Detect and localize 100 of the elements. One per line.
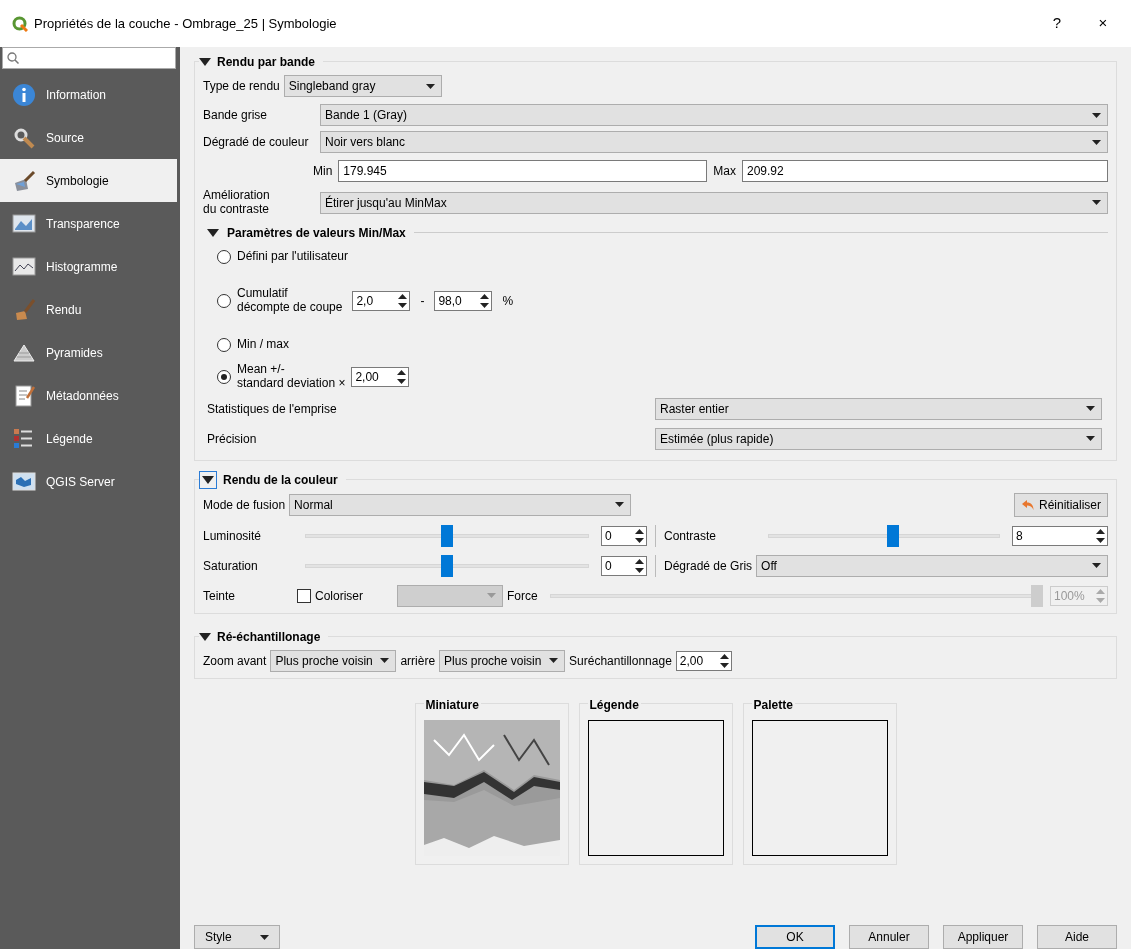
caret-icon bbox=[1092, 112, 1101, 118]
field-label: Min bbox=[313, 163, 333, 180]
field-label: Dégradé de couleur bbox=[203, 134, 310, 151]
field-label: Luminosité bbox=[203, 527, 263, 545]
radio-button[interactable] bbox=[217, 337, 231, 352]
dropdown[interactable]: Normal bbox=[289, 493, 632, 516]
section-title: Ré-échantillonage bbox=[217, 628, 321, 646]
spin-arrows-icon bbox=[1096, 528, 1105, 543]
spin-arrows-icon bbox=[480, 293, 490, 308]
field-label: Défini par l'utilisateur bbox=[237, 249, 348, 264]
field-label: Bande grise bbox=[203, 107, 269, 124]
slider-thumb[interactable] bbox=[441, 524, 453, 547]
collapse-icon[interactable] bbox=[207, 226, 219, 239]
caret-icon bbox=[425, 83, 435, 89]
text-field[interactable]: 209.92 bbox=[742, 160, 1108, 182]
radio-button[interactable] bbox=[217, 369, 231, 384]
spin-box[interactable]: 98,0 bbox=[434, 290, 493, 311]
section-title: Paramètres de valeurs Min/Max bbox=[227, 224, 406, 242]
caret-icon bbox=[1086, 436, 1095, 442]
field-label: Min / max bbox=[237, 337, 289, 352]
help-button[interactable]: ? bbox=[1037, 12, 1077, 35]
caret-icon bbox=[1092, 563, 1101, 569]
sidebar-item[interactable]: Symbologie bbox=[0, 159, 177, 202]
sidebar-item[interactable]: Pyramides bbox=[0, 331, 177, 374]
field-label: Mode de fusion bbox=[203, 496, 286, 514]
caret-icon bbox=[260, 934, 269, 940]
search-icon bbox=[7, 52, 19, 64]
dropdown[interactable]: Singleband gray bbox=[283, 75, 442, 97]
dropdown[interactable]: Raster entier bbox=[655, 397, 1102, 420]
sidebar-item[interactable]: Rendu bbox=[0, 288, 177, 331]
radio-button[interactable] bbox=[217, 249, 231, 264]
window-title: Propriétés de la couche - Ombrage_25 | Symbologie bbox=[34, 14, 338, 33]
caret-icon bbox=[1086, 406, 1095, 412]
dropdown[interactable]: Plus proche voisin bbox=[439, 649, 566, 672]
radio-button[interactable] bbox=[217, 293, 231, 308]
dropdown[interactable]: Off bbox=[756, 554, 1108, 577]
map-icon bbox=[12, 469, 36, 494]
close-button[interactable]: × bbox=[1083, 12, 1123, 35]
spin-arrows-icon bbox=[398, 293, 408, 308]
field-label: Force bbox=[507, 587, 538, 605]
caret-icon bbox=[1092, 200, 1101, 206]
spin-arrows-icon bbox=[1096, 588, 1105, 603]
info-icon bbox=[12, 82, 36, 107]
text-field[interactable]: 179.945 bbox=[338, 160, 708, 182]
slider-thumb[interactable] bbox=[887, 524, 900, 547]
style-button[interactable]: Style bbox=[194, 925, 280, 949]
spin-arrows-icon bbox=[635, 558, 644, 573]
sidebar-item[interactable]: Information bbox=[0, 73, 177, 116]
collapse-icon[interactable] bbox=[199, 630, 211, 643]
caret-icon bbox=[1092, 139, 1101, 145]
field-label: Max bbox=[713, 163, 736, 180]
field-label: arrière bbox=[400, 652, 436, 670]
dialog-button[interactable]: Aide bbox=[1037, 925, 1117, 949]
sidebar-item[interactable]: Métadonnées bbox=[0, 374, 177, 417]
sidebar-item[interactable]: Histogramme bbox=[0, 245, 177, 288]
dropdown[interactable]: Étirer jusqu'au MinMax bbox=[320, 191, 1108, 214]
collapse-icon[interactable] bbox=[199, 56, 211, 68]
collapse-icon[interactable] bbox=[199, 470, 217, 489]
sidebar-item[interactable]: Transparence bbox=[0, 202, 177, 245]
unit-label: % bbox=[502, 292, 514, 310]
dialog-button[interactable]: Appliquer bbox=[943, 925, 1023, 949]
dialog-button[interactable]: Annuler bbox=[849, 925, 929, 949]
spin-box[interactable]: 2,00 bbox=[351, 366, 410, 387]
spin-box[interactable]: 2,00 bbox=[675, 650, 732, 671]
field-label: Teinte bbox=[203, 587, 237, 605]
image-icon bbox=[12, 211, 36, 236]
field-label: Précision bbox=[207, 430, 258, 448]
slider-thumb[interactable] bbox=[441, 554, 453, 577]
field-label: Saturation bbox=[203, 557, 259, 575]
caret-icon bbox=[615, 502, 625, 508]
caret-icon bbox=[380, 658, 390, 664]
dropdown[interactable]: Noir vers blanc bbox=[320, 131, 1108, 153]
field-label: Dégradé de Gris bbox=[664, 557, 753, 575]
spin-arrows-icon bbox=[397, 369, 407, 384]
separator-text: - bbox=[420, 292, 425, 310]
sidebar-item[interactable]: QGIS Server bbox=[0, 460, 177, 503]
dropdown[interactable]: Bande 1 (Gray) bbox=[320, 104, 1108, 126]
field-label: Cumulatif décompte de coupe bbox=[237, 286, 343, 315]
dropdown[interactable]: Plus proche voisin bbox=[270, 649, 397, 672]
document-icon bbox=[12, 383, 36, 408]
sidebar-item[interactable]: Source bbox=[0, 116, 177, 159]
field-label: Amélioration du contraste bbox=[203, 189, 271, 217]
field-label: Mean +/- standard deviation × bbox=[237, 362, 346, 391]
dropdown[interactable]: Estimée (plus rapide) bbox=[655, 427, 1102, 450]
spin-box[interactable]: 0 bbox=[601, 555, 647, 576]
color-dropdown[interactable] bbox=[397, 584, 503, 607]
field-label: Zoom avant bbox=[203, 652, 267, 670]
caret-icon bbox=[549, 658, 559, 664]
field-label: Statistiques de l'emprise bbox=[207, 400, 338, 418]
search-field[interactable] bbox=[2, 47, 176, 69]
checkbox[interactable] bbox=[297, 588, 311, 603]
reset-button[interactable]: Réinitialiser bbox=[1013, 492, 1108, 517]
sidebar-item[interactable]: Légende bbox=[0, 417, 177, 460]
spin-box[interactable]: 8 bbox=[1012, 525, 1108, 546]
spin-box[interactable]: 2,0 bbox=[352, 290, 411, 311]
section-title: Rendu de la couleur bbox=[223, 471, 338, 489]
spin-box[interactable]: 0 bbox=[601, 525, 647, 546]
spin-arrows-icon bbox=[635, 528, 644, 543]
dialog-button[interactable]: OK bbox=[755, 925, 835, 949]
caret-icon bbox=[487, 593, 496, 599]
